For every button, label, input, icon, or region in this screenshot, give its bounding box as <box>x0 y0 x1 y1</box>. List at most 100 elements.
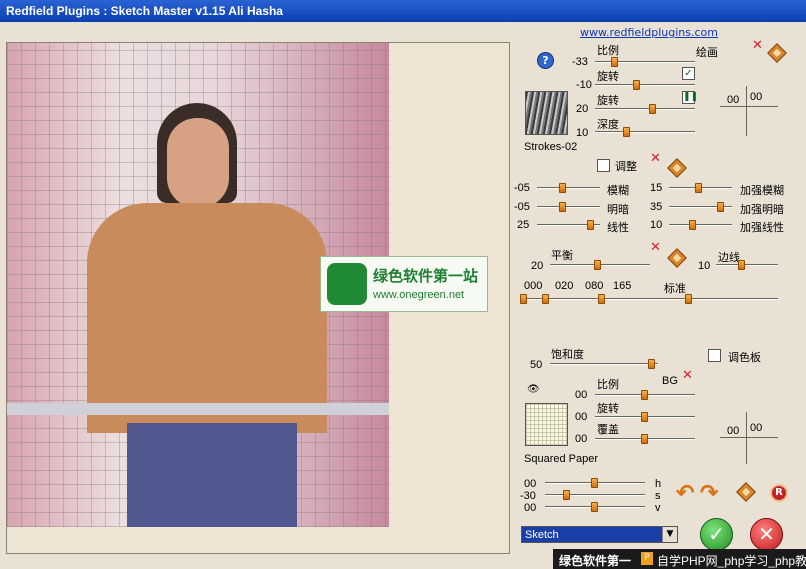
randomize-icon[interactable] <box>767 43 787 63</box>
saturation-value: 50 <box>530 359 543 371</box>
enhance-shade-label: 加强明暗 <box>740 204 784 216</box>
palette-label: 调色板 <box>728 352 761 364</box>
watermark: 绿色软件第一站 www.onegreen.net <box>320 256 488 312</box>
stroke-swatch[interactable] <box>525 91 568 135</box>
level-2: 080 <box>585 280 604 292</box>
balance-randomize-icon[interactable] <box>667 248 687 268</box>
paper-name: Squared Paper <box>524 453 598 465</box>
mode-select[interactable]: Sketch ▼ <box>521 526 678 543</box>
shirt-shape <box>87 203 327 433</box>
depth-slider[interactable] <box>595 126 695 138</box>
rotate2-slider[interactable] <box>595 103 695 115</box>
hue-slider[interactable] <box>545 477 645 489</box>
adjust-reset-x-icon[interactable]: ✕ <box>650 152 661 165</box>
undo-icon[interactable]: ↶ <box>676 480 694 506</box>
bg-title: BG <box>662 375 678 387</box>
edge-value: 10 <box>698 260 711 272</box>
bg-reset-x-icon[interactable]: ✕ <box>682 369 693 382</box>
help-icon[interactable]: ? <box>537 52 554 69</box>
cross2-horizontal[interactable] <box>720 437 778 438</box>
mode-selected-value: Sketch <box>525 529 559 541</box>
ok-check-icon[interactable]: ✓ <box>700 518 733 551</box>
shade-value: -05 <box>514 201 530 213</box>
enhance-shade-value: 35 <box>650 201 663 213</box>
val-value: 00 <box>524 502 537 514</box>
plugin-window: Redfield Plugins : Sketch Master v1.15 A… <box>0 0 806 569</box>
cross2-y-value: 00 <box>750 422 763 434</box>
balance-reset-x-icon[interactable]: ✕ <box>650 241 661 254</box>
val-key: v <box>655 502 661 514</box>
paper-swatch[interactable] <box>525 403 568 446</box>
val-slider[interactable] <box>545 501 645 513</box>
website-link[interactable]: www.redfieldplugins.com <box>580 26 718 39</box>
reset-r-icon[interactable]: R <box>770 484 788 502</box>
enhance-linear-value: 10 <box>650 219 663 231</box>
enhance-blur-value: 15 <box>650 182 663 194</box>
linear-slider[interactable] <box>537 219 600 231</box>
balance-value: 20 <box>531 260 544 272</box>
redo-icon[interactable]: ↷ <box>700 480 718 506</box>
cross1-y-value: 00 <box>750 91 763 103</box>
blur-value: -05 <box>514 182 530 194</box>
linear-value: 25 <box>517 219 530 231</box>
title-bar: Redfield Plugins : Sketch Master v1.15 A… <box>0 0 806 22</box>
table-edge <box>7 403 389 415</box>
bottom-bar: 绿色软件第一 P 自学PHP网_php学习_php教 <box>553 549 806 569</box>
reset-x-icon[interactable]: ✕ <box>752 39 763 52</box>
bg-scale-value: 00 <box>575 389 588 401</box>
enhance-blur-slider[interactable] <box>669 182 732 194</box>
cross1-horizontal[interactable] <box>720 106 778 107</box>
chevron-down-icon[interactable]: ▼ <box>662 527 677 542</box>
cancel-x-icon[interactable]: ✕ <box>750 518 783 551</box>
rotate2-value: 20 <box>576 103 589 115</box>
sat-slider[interactable] <box>545 489 645 501</box>
hue-value: 00 <box>524 478 537 490</box>
edge-slider[interactable] <box>716 259 778 271</box>
bg-randomize-icon[interactable] <box>736 482 756 502</box>
scale-slider[interactable] <box>595 56 695 68</box>
rotate1-slider[interactable] <box>595 79 695 91</box>
watermark-logo-icon <box>327 263 367 305</box>
saturation-slider[interactable] <box>550 358 658 370</box>
adjust-randomize-icon[interactable] <box>667 158 687 178</box>
depth-value: 10 <box>576 127 589 139</box>
paint-label: 绘画 <box>696 47 718 59</box>
shade-label: 明暗 <box>607 204 629 216</box>
watermark-url: www.onegreen.net <box>373 289 465 301</box>
watermark-text: 绿色软件第一站 <box>373 268 479 285</box>
cross2-x-value: 00 <box>727 425 740 437</box>
face-shape <box>167 118 229 208</box>
blur-label: 模糊 <box>607 185 629 197</box>
enhance-shade-slider[interactable] <box>669 201 732 213</box>
levels-slider[interactable] <box>520 293 778 305</box>
stroke-name: Strokes-02 <box>524 141 578 153</box>
shade-slider[interactable] <box>537 201 600 213</box>
balance-slider[interactable] <box>550 259 650 271</box>
bg-cover-slider[interactable] <box>595 433 695 445</box>
bottom-bar-right: 自学PHP网_php学习_php教 <box>657 554 806 568</box>
rotate1-value: -10 <box>576 79 592 91</box>
blur-slider[interactable] <box>537 182 600 194</box>
linear-label: 线性 <box>607 222 629 234</box>
eye-icon[interactable]: 👁 <box>527 384 540 395</box>
php-logo-icon: P <box>641 552 653 565</box>
level-1: 020 <box>555 280 574 292</box>
adjust-checkbox[interactable] <box>597 159 610 172</box>
level-0: 000 <box>524 280 543 292</box>
enhance-linear-slider[interactable] <box>669 219 732 231</box>
cross1-vertical[interactable] <box>746 86 747 136</box>
cross1-x-value: 00 <box>727 94 740 106</box>
bottom-bar-left: 绿色软件第一 <box>559 554 632 568</box>
adjust-label: 调整 <box>615 161 637 173</box>
bg-rotate-value: 00 <box>575 411 588 423</box>
cross2-vertical[interactable] <box>746 412 747 464</box>
palette-checkbox[interactable] <box>708 349 721 362</box>
enhance-linear-label: 加强线性 <box>740 222 784 234</box>
bg-cover-value: 00 <box>575 433 588 445</box>
hue-key: h <box>655 478 662 490</box>
sat-value: -30 <box>520 490 536 502</box>
shorts-shape <box>127 423 297 527</box>
scale-value: -33 <box>572 56 588 68</box>
sat-key: s <box>655 490 661 502</box>
enhance-blur-label: 加强模糊 <box>740 185 784 197</box>
